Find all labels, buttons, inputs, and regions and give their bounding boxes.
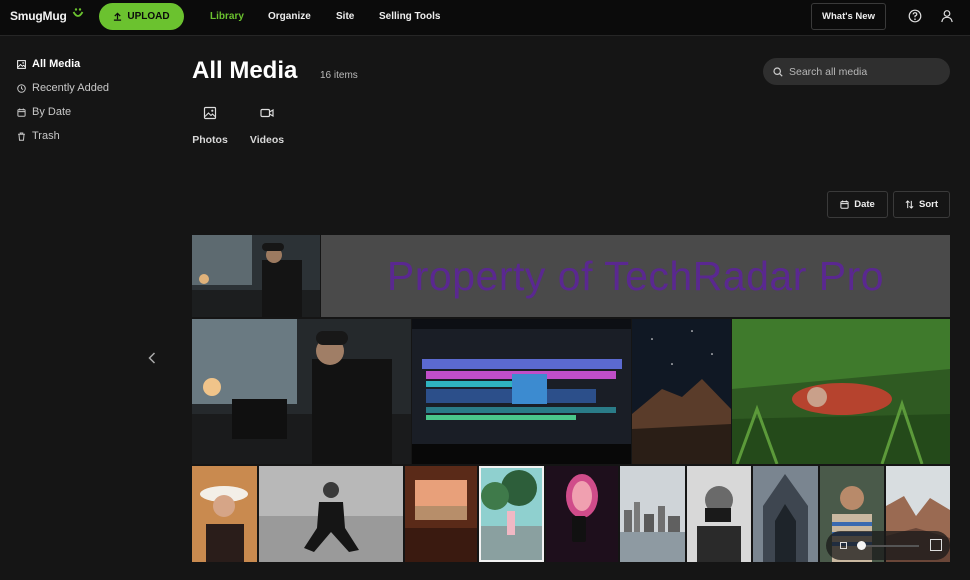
photo-tile[interactable] [620,466,685,562]
photo-thumbnail [732,319,950,464]
photo-thumbnail [479,466,544,562]
sidebar-item-label: Recently Added [32,82,110,94]
video-icon [260,108,274,118]
date-filter-button[interactable]: Date [827,191,888,218]
sidebar-item-by-date[interactable]: By Date [17,104,71,120]
upload-label: UPLOAD [127,11,170,22]
photo-thumbnail [632,319,731,464]
sidebar-item-all-media[interactable]: All Media [17,56,80,72]
sidebar-item-label: All Media [32,58,81,70]
photo-tile[interactable] [259,466,403,562]
photo-tile[interactable] [753,466,818,562]
clock-icon [17,83,26,93]
photo-thumbnail [259,466,403,562]
sidebar: All Media Recently Added By Date Trash [0,37,176,580]
sort-icon [905,200,914,209]
photo-thumbnail [192,319,411,464]
photo-icon [203,106,217,120]
photo-tile[interactable] [192,466,257,562]
search-icon [773,66,783,77]
photo-tile[interactable] [405,466,477,562]
image-icon [17,59,26,69]
search-box[interactable] [763,58,950,85]
watermark-banner: Property of TechRadar Pro [321,235,950,317]
photo-tile[interactable] [192,235,320,317]
upload-button[interactable]: UPLOAD [99,3,184,30]
photo-tile-selected[interactable] [479,466,544,562]
photo-tile[interactable] [546,466,618,562]
whats-new-button[interactable]: What's New [811,3,886,30]
photo-thumbnail [546,466,618,562]
sidebar-item-label: By Date [32,106,72,118]
photo-thumbnail [753,466,818,562]
photo-thumbnail [620,466,685,562]
sidebar-item-label: Trash [32,130,60,142]
photo-tile[interactable] [632,319,731,464]
tab-photos-label: Photos [192,134,228,146]
top-bar: SmugMug UPLOAD Library Organize Site Sel… [0,0,970,36]
upload-icon [114,12,122,21]
photo-tile[interactable] [732,319,950,464]
photo-tile[interactable] [687,466,751,562]
nav-site[interactable]: Site [336,11,354,22]
collapse-sidebar-icon[interactable] [146,351,158,365]
photo-tile[interactable] [192,319,411,464]
calendar-icon [840,200,849,209]
photo-thumbnail [687,466,751,562]
zoom-control [826,531,950,560]
date-label: Date [854,199,875,210]
photo-thumbnail [192,466,257,562]
item-count: 16 items [320,70,358,81]
nav-selling-tools[interactable]: Selling Tools [379,11,440,22]
help-icon[interactable] [908,9,922,23]
photo-thumbnail [412,319,631,464]
page-title: All Media [192,57,298,84]
photo-thumbnail [405,466,477,562]
zoom-slider-handle[interactable] [857,541,866,550]
zoom-slider-track[interactable] [859,545,919,547]
nav-library[interactable]: Library [210,11,244,22]
sort-button[interactable]: Sort [893,191,950,218]
large-thumbnail-icon[interactable] [930,539,942,551]
tab-photos[interactable]: Photos [190,106,230,146]
sidebar-item-recently-added[interactable]: Recently Added [17,80,109,96]
tab-videos[interactable]: Videos [247,106,287,146]
search-input[interactable] [789,65,939,78]
small-thumbnail-icon[interactable] [840,542,847,549]
smugmug-face-icon [72,8,84,17]
smugmug-logo[interactable]: SmugMug [10,9,67,23]
calendar-icon [17,108,26,117]
watermark-text: Property of TechRadar Pro [386,252,885,299]
photo-thumbnail [192,235,320,317]
sort-label: Sort [919,199,938,210]
nav-organize[interactable]: Organize [268,11,311,22]
account-icon[interactable] [940,9,954,23]
sidebar-item-trash[interactable]: Trash [17,128,60,144]
photo-tile[interactable] [412,319,631,464]
trash-icon [18,131,25,141]
tab-videos-label: Videos [249,134,285,146]
